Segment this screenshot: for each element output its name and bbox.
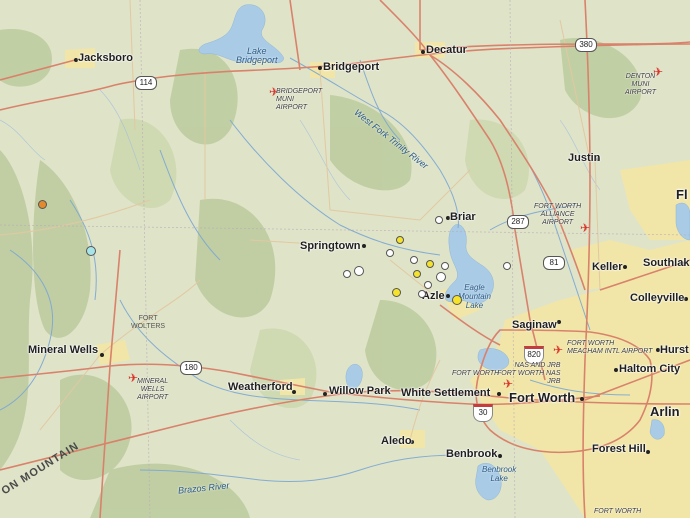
city-label-southlake: Southlak [643,257,690,269]
city-label-briar: Briar [450,211,476,223]
city-label-springtown: Springtown [300,240,361,252]
city-dot [318,66,322,70]
city-label-fort-worth: Fort Worth [509,390,576,405]
city-label-decatur: Decatur [426,44,467,56]
city-dot [421,50,425,54]
city-label-jacksboro: Jacksboro [78,52,134,64]
interstate-shield-30: 30 [473,404,493,422]
city-label-mineral-wells: Mineral Wells [28,344,99,356]
water-label-eagle-mountain-lake: Eagle Mountain Lake [458,283,491,310]
city-dot [498,454,502,458]
earthquake-marker-white[interactable] [354,266,364,276]
highway-shield-287: 287 [507,215,529,229]
highway-shield-380: 380 [575,38,597,52]
city-dot [362,244,366,248]
earthquake-marker-white[interactable] [436,272,446,282]
map-view[interactable]: ✈ ✈ ✈ ✈ ✈ ✈ 380 114 287 81 820 180 30 Ja… [0,0,690,518]
airplane-icon: ✈ [553,343,564,357]
earthquake-marker-white[interactable] [410,256,418,264]
earthquake-marker-cyan[interactable] [86,246,96,256]
city-label-willow-park: Willow Park [329,385,391,397]
water-label-benbrook-lake: Benbrook Lake [482,465,517,483]
earthquake-marker-white[interactable] [418,290,426,298]
city-dot [614,368,618,372]
basemap [0,0,690,518]
earthquake-marker-yellow[interactable] [396,236,404,244]
city-dot [446,294,450,298]
earthquake-marker-yellow[interactable] [392,288,401,297]
highway-shield-81: 81 [543,256,565,270]
city-dot [497,392,501,396]
city-dot [100,353,104,357]
city-label-justin: Justin [568,152,601,164]
city-label-flower-mound: Fl [676,187,688,202]
city-label-weatherford: Weatherford [228,381,293,393]
city-label-saginaw: Saginaw [512,319,557,331]
feature-label-fort-wolters: FORT WOLTERS [131,315,166,330]
airport-label-mineral-wells: MINERAL WELLS AIRPORT [137,378,169,401]
earthquake-marker-white[interactable] [343,270,351,278]
city-dot [323,392,327,396]
airport-label-alliance: FORT WORTH ALLIANCE AIRPORT [534,203,582,226]
city-label-white-settlement: White Settlement [401,387,491,399]
city-label-colleyville: Colleyville [630,292,685,304]
earthquake-marker-orange[interactable] [38,200,47,209]
earthquake-marker-white[interactable] [441,262,449,270]
airport-label-fort-worth-nas: FORT WORTH [452,370,500,377]
city-label-keller: Keller [592,261,623,273]
earthquake-marker-white[interactable] [386,249,394,257]
water-label-lake-bridgeport: Lake Bridgeport [236,46,278,65]
airport-label-meacham: FORT WORTH MEACHAM INTL AIRPORT [567,340,653,355]
earthquake-marker-white[interactable] [435,216,443,224]
airport-label-bridgeport: BRIDGEPORT MUNI AIRPORT [276,88,323,111]
highway-shield-180: 180 [180,361,202,375]
city-label-aledo: Aledo [381,435,412,447]
city-dot [557,320,561,324]
earthquake-marker-yellow[interactable] [426,260,434,268]
city-dot [623,265,627,269]
earthquake-marker-white[interactable] [424,281,432,289]
airport-label-spinks: FORT WORTH [594,508,642,515]
city-dot [684,297,688,301]
city-label-forest-hill: Forest Hill [592,443,646,455]
city-label-benbrook: Benbrook [446,448,498,460]
earthquake-marker-yellow[interactable] [452,295,462,305]
city-label-haltom-city: Haltom City [619,363,681,375]
highway-shield-114: 114 [135,76,157,90]
airplane-icon: ✈ [580,221,591,235]
city-label-arlington: Arlin [650,404,680,419]
earthquake-marker-yellow[interactable] [413,270,421,278]
earthquake-marker-white[interactable] [503,262,511,270]
airport-label-denton: DENTON MUNI AIRPORT [625,73,656,96]
city-label-hurst: Hurst [660,344,689,356]
airport-label-nas-jrb: NAS AND JRB FORT WORTH NAS JRB [497,362,561,385]
city-dot [646,450,650,454]
city-dot [580,397,584,401]
city-label-bridgeport: Bridgeport [323,61,380,73]
